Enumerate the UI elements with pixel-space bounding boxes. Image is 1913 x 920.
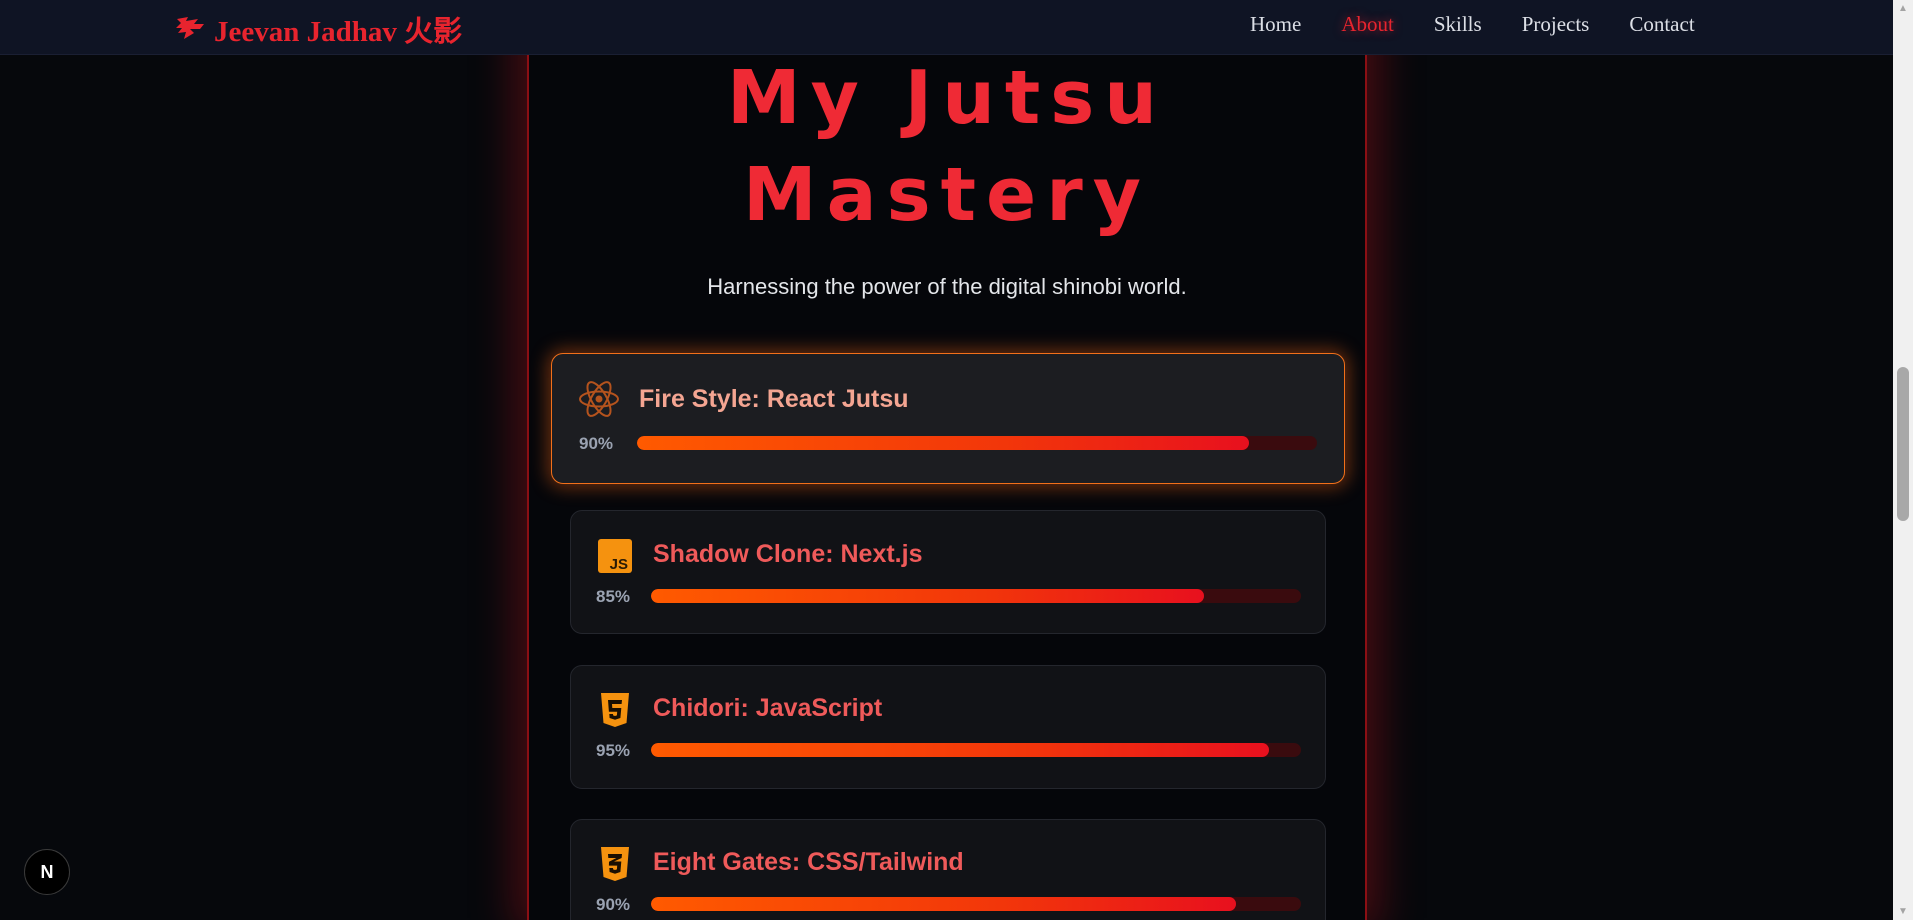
nav-links: Home About Skills Projects Contact bbox=[1250, 12, 1695, 37]
skill-card-javascript[interactable]: Chidori: JavaScript 95% bbox=[570, 665, 1326, 789]
skill-percent: 90% bbox=[579, 434, 614, 453]
nav-contact-link[interactable]: Contact bbox=[1629, 12, 1694, 37]
page: My Jutsu Mastery Harnessing the power of… bbox=[0, 0, 1913, 920]
section-subtitle: Harnessing the power of the digital shin… bbox=[707, 274, 1187, 299]
skill-progress-bar bbox=[651, 897, 1301, 911]
brand-name: Jeevan Jadhav 火影 bbox=[214, 16, 463, 48]
skill-progress-fill bbox=[637, 436, 1249, 450]
skill-title: Fire Style: React Jutsu bbox=[639, 385, 909, 413]
nextjs-dev-badge-button[interactable]: N bbox=[24, 849, 70, 895]
nav-projects-link[interactable]: Projects bbox=[1522, 12, 1590, 37]
javascript-icon: JS bbox=[597, 538, 633, 574]
svg-text:JS: JS bbox=[610, 556, 628, 573]
section-title: My Jutsu Mastery bbox=[529, 50, 1365, 244]
skill-progress-fill bbox=[651, 897, 1236, 911]
brand-link[interactable]: Jeevan Jadhav 火影 bbox=[174, 8, 462, 50]
nav-home-link[interactable]: Home bbox=[1250, 12, 1301, 37]
nav-skills-link[interactable]: Skills bbox=[1434, 12, 1482, 37]
skill-title: Shadow Clone: Next.js bbox=[653, 540, 923, 568]
css3-icon bbox=[597, 846, 633, 882]
nextjs-badge-label: N bbox=[40, 861, 54, 882]
skill-percent: 85% bbox=[596, 587, 631, 606]
scroll-up-arrow-icon[interactable]: ▲ bbox=[1893, 0, 1913, 17]
ninja-logo-icon bbox=[174, 15, 206, 43]
section-title-line1: My Jutsu bbox=[727, 55, 1167, 141]
skill-card-react[interactable]: Fire Style: React Jutsu 90% bbox=[551, 353, 1345, 484]
skill-progress-fill bbox=[651, 743, 1269, 757]
html5-icon bbox=[597, 692, 633, 728]
skill-title: Chidori: JavaScript bbox=[653, 694, 883, 722]
skill-progress-fill bbox=[651, 589, 1204, 603]
skill-card-css-tailwind[interactable]: Eight Gates: CSS/Tailwind 90% bbox=[570, 819, 1326, 920]
skill-progress-bar bbox=[651, 589, 1301, 603]
skill-title: Eight Gates: CSS/Tailwind bbox=[653, 848, 964, 876]
page-scrollbar[interactable]: ▲ ▼ bbox=[1893, 0, 1913, 920]
skill-percent: 95% bbox=[596, 741, 631, 760]
react-icon bbox=[578, 378, 620, 420]
skills-section: My Jutsu Mastery Harnessing the power of… bbox=[527, 0, 1367, 920]
scrollbar-thumb[interactable] bbox=[1897, 367, 1909, 521]
scroll-down-arrow-icon[interactable]: ▼ bbox=[1893, 903, 1913, 920]
skill-progress-bar bbox=[651, 743, 1301, 757]
skill-percent: 90% bbox=[596, 895, 631, 914]
top-navbar: Jeevan Jadhav 火影 Home About Skills Proje… bbox=[0, 0, 1893, 55]
nav-about-link[interactable]: About bbox=[1341, 12, 1394, 37]
skill-card-nextjs[interactable]: JS Shadow Clone: Next.js 85% bbox=[570, 510, 1326, 634]
section-title-line2: Mastery bbox=[743, 152, 1151, 238]
skill-progress-bar bbox=[637, 436, 1317, 450]
